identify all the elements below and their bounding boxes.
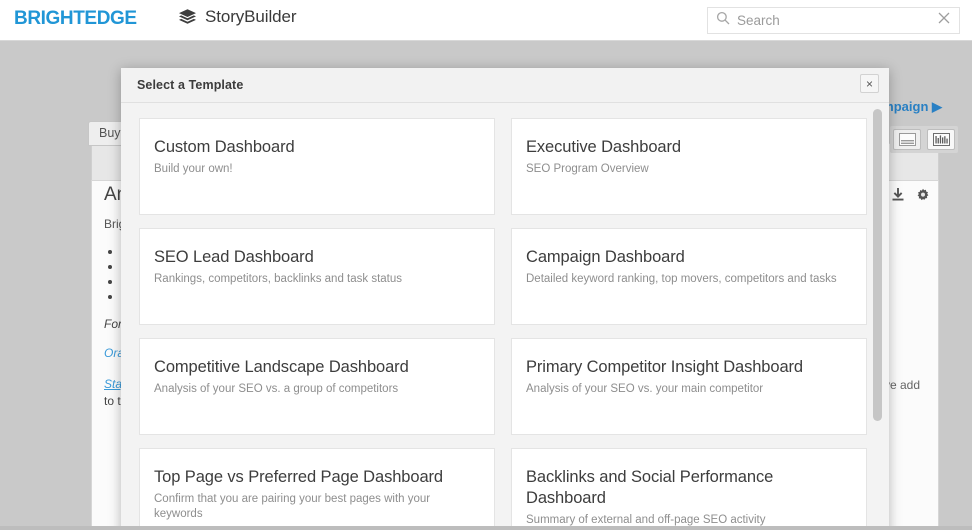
template-description: Confirm that you are pairing your best p… (154, 493, 431, 520)
modal-title: Select a Template (137, 78, 244, 92)
gear-icon[interactable] (916, 188, 930, 207)
template-card-executive-dashboard[interactable]: Executive Dashboard SEO Program Overview (511, 118, 867, 215)
panel-tools (891, 188, 930, 207)
template-title: Backlinks and Social Performance Dashboa… (526, 468, 774, 507)
modal-body: Custom Dashboard Build your own! Executi… (121, 103, 889, 530)
template-title: Competitive Landscape Dashboard (154, 358, 409, 376)
template-card-top-page-vs-preferred-page-dashboard[interactable]: Top Page vs Preferred Page Dashboard Con… (139, 448, 495, 530)
template-description: Rankings, competitors, backlinks and tas… (154, 273, 403, 285)
template-title: Campaign Dashboard (526, 248, 685, 266)
search-input[interactable] (737, 13, 937, 28)
template-card-backlinks-and-social-performance-dashboard[interactable]: Backlinks and Social Performance Dashboa… (511, 448, 867, 530)
template-description: SEO Program Overview (526, 163, 649, 175)
template-card-primary-competitor-insight-dashboard[interactable]: Primary Competitor Insight Dashboard Ana… (511, 338, 867, 435)
search-icon (716, 11, 730, 30)
close-icon[interactable]: × (860, 74, 879, 93)
template-grid: Custom Dashboard Build your own! Executi… (139, 118, 867, 530)
template-description: Build your own! (154, 163, 233, 175)
view-toggle-group (890, 126, 958, 153)
template-title: SEO Lead Dashboard (154, 248, 314, 266)
background-doc-right-fragment: ve add (884, 378, 921, 392)
select-template-modal: Select a Template × Custom Dashboard Bui… (121, 68, 889, 530)
close-x-icon[interactable] (937, 11, 951, 30)
bottom-edge-strip (0, 526, 972, 530)
vertical-scrollbar[interactable] (872, 105, 883, 530)
template-description: Analysis of your SEO vs. a group of comp… (154, 383, 399, 395)
template-title: Top Page vs Preferred Page Dashboard (154, 468, 443, 486)
template-title: Executive Dashboard (526, 138, 681, 156)
template-description: Analysis of your SEO vs. your main compe… (526, 383, 764, 395)
top-navigation-bar: BRIGHTEDGE StoryBuilder (0, 0, 972, 41)
template-list-scroll-area: Custom Dashboard Build your own! Executi… (121, 103, 889, 530)
template-title: Custom Dashboard (154, 138, 295, 156)
app-root: An Brigh A B C D For m Orac Stap to th v… (0, 0, 972, 530)
layers-stack-icon (178, 8, 197, 26)
modal-header: Select a Template × (121, 68, 889, 103)
template-card-campaign-dashboard[interactable]: Campaign Dashboard Detailed keyword rank… (511, 228, 867, 325)
template-title: Primary Competitor Insight Dashboard (526, 358, 804, 376)
template-card-custom-dashboard[interactable]: Custom Dashboard Build your own! (139, 118, 495, 215)
template-card-competitive-landscape-dashboard[interactable]: Competitive Landscape Dashboard Analysis… (139, 338, 495, 435)
scrollbar-thumb[interactable] (873, 109, 882, 421)
download-icon[interactable] (891, 188, 905, 207)
storybuilder-label-text: StoryBuilder (205, 7, 297, 26)
grid-view-icon[interactable] (927, 129, 955, 150)
template-card-seo-lead-dashboard[interactable]: SEO Lead Dashboard Rankings, competitors… (139, 228, 495, 325)
brightedge-logo[interactable]: BRIGHTEDGE (14, 8, 137, 30)
template-description: Detailed keyword ranking, top movers, co… (526, 273, 837, 285)
search-box[interactable] (707, 7, 960, 34)
storybuilder-app-label[interactable]: StoryBuilder (178, 7, 297, 27)
list-view-icon[interactable] (893, 129, 921, 150)
